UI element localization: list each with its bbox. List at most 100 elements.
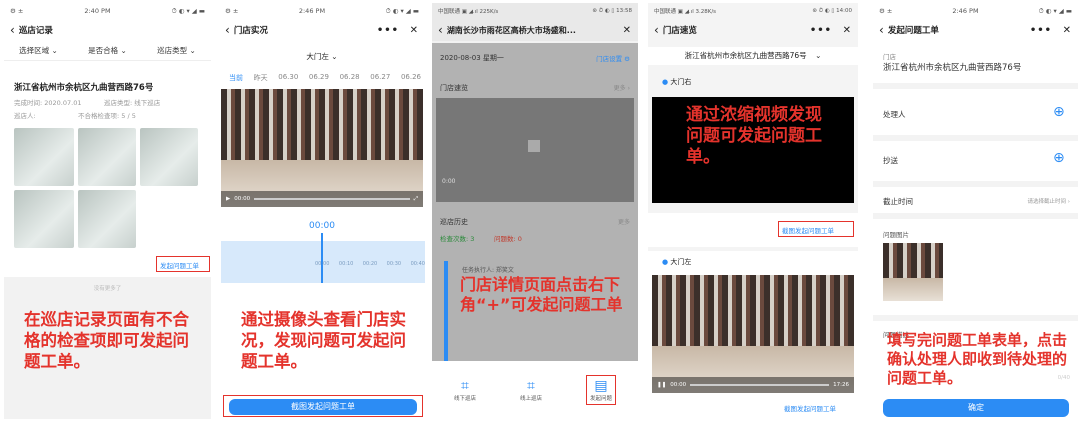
fullscreen-icon[interactable]: ⤢ bbox=[414, 196, 418, 203]
back-icon[interactable]: ‹ bbox=[438, 23, 443, 37]
filter-qualified[interactable]: 是否合格 ⌄ bbox=[88, 45, 127, 56]
back-icon[interactable]: ‹ bbox=[654, 23, 659, 37]
play-icon[interactable]: ▶ bbox=[226, 196, 230, 202]
divider bbox=[873, 315, 1078, 321]
close-icon[interactable]: ✕ bbox=[843, 25, 851, 36]
close-icon[interactable]: ✕ bbox=[623, 25, 631, 36]
current-date: 2020-08-03 星期一 bbox=[440, 54, 504, 62]
tab-current[interactable]: 当前 bbox=[229, 73, 243, 83]
chevron-right-icon: › bbox=[1067, 199, 1070, 205]
nav-bar: ‹ 巡店记录 bbox=[4, 19, 211, 41]
tab-offline-inspection[interactable]: ⌗ 线下巡店 bbox=[454, 378, 476, 402]
timeline-line bbox=[444, 261, 448, 361]
status-bar: ⚙ ± 2:46 PM ⏱ ◐ ▾ ◢ ▬ bbox=[873, 3, 1078, 19]
close-icon[interactable]: ✕ bbox=[410, 25, 418, 36]
task-executor: 任务执行人: 郑笑文 bbox=[462, 267, 514, 274]
video-preview[interactable]: 0:00 bbox=[436, 98, 634, 202]
field-label: 门店 bbox=[883, 53, 896, 61]
status-time: 2:46 PM bbox=[952, 7, 979, 15]
check-photo[interactable] bbox=[78, 128, 136, 186]
bottom-tab-bar: ⌗ 线下巡店 ⌗ 线上巡店 ▤ 发起问题 bbox=[432, 361, 638, 419]
tab-date[interactable]: 昨天 bbox=[254, 73, 268, 83]
tab-date[interactable]: 06.29 bbox=[309, 73, 329, 83]
nav-bar: ‹ 门店实况 ••• ✕ bbox=[219, 19, 425, 41]
progress-bar[interactable] bbox=[254, 198, 410, 200]
status-bar: 中国联通 ▣ ◢.ıl 225K/s ⊛ ⏱ ◐ ▯ 13:58 bbox=[432, 3, 638, 19]
more-icon[interactable]: ••• bbox=[1030, 25, 1052, 36]
camera-icon: ● bbox=[662, 78, 669, 86]
nav-bar: ‹ 湖南长沙市雨花区高桥大市场盛和... ✕ bbox=[432, 19, 638, 41]
page-title: 巡店记录 bbox=[18, 26, 53, 36]
document-icon: ▤ bbox=[594, 378, 608, 394]
deadline-picker[interactable]: 请选择截止时间 › bbox=[1028, 197, 1070, 205]
video-time: 00:00 bbox=[670, 382, 687, 388]
field-label: 抄送 bbox=[883, 156, 898, 165]
timeline-cursor[interactable] bbox=[321, 233, 323, 283]
confirm-button[interactable]: 确定 bbox=[883, 399, 1069, 417]
status-icons: ⏱ ◐ ▾ ◢ ▬ bbox=[1038, 6, 1072, 15]
camera-selector[interactable]: 大门左 ⌄ bbox=[219, 51, 425, 62]
pause-icon[interactable]: ❚❚ bbox=[657, 382, 666, 388]
date-tabs: 当前 昨天 06.30 06.29 06.28 06.27 06.26 bbox=[229, 73, 421, 83]
tab-date[interactable]: 06.28 bbox=[340, 73, 360, 83]
page-title: 湖南长沙市雨花区高桥大市场盛和... bbox=[446, 25, 576, 35]
back-icon[interactable]: ‹ bbox=[10, 23, 15, 37]
add-cc-icon[interactable]: ⊕ bbox=[1053, 150, 1065, 166]
status-icons: ⏱ ◐ ▾ ◢ ▬ bbox=[171, 6, 205, 15]
camera-label: ● 大门右 bbox=[662, 78, 692, 86]
status-left: ⚙ ± bbox=[10, 7, 24, 15]
divider bbox=[873, 213, 1078, 219]
screen-inspection-records: ⚙ ± 2:40 PM ⏱ ◐ ▾ ◢ ▬ ‹ 巡店记录 选择区域 ⌄ 是否合格… bbox=[4, 3, 211, 419]
unqualified-count: 不合格检查项: 5 / 5 bbox=[78, 112, 136, 120]
create-ticket-link[interactable]: 发起问题工单 bbox=[160, 260, 199, 270]
status-left: ⚙ ± bbox=[879, 7, 893, 15]
tab-create-issue[interactable]: ▤ 发起问题 bbox=[585, 375, 616, 405]
screenshot-ticket-link[interactable]: 截图发起问题工单 bbox=[782, 225, 834, 235]
more-link[interactable]: 更多 bbox=[618, 217, 630, 226]
complete-time: 完成时间: 2020.07.01 bbox=[14, 99, 82, 107]
issue-photo[interactable] bbox=[883, 243, 943, 301]
more-icon[interactable]: ••• bbox=[377, 25, 399, 36]
field-label: 截止时间 bbox=[883, 197, 913, 206]
scan-icon: ⌗ bbox=[461, 378, 469, 394]
tab-date[interactable]: 06.27 bbox=[370, 73, 390, 83]
status-time: 2:46 PM bbox=[298, 7, 326, 15]
video-player[interactable] bbox=[221, 89, 423, 207]
more-icon[interactable]: ••• bbox=[810, 25, 832, 36]
store-selector[interactable]: 浙江省杭州市余杭区九曲营西路76号 ⌄ bbox=[648, 47, 858, 65]
status-icons: ⊛ ⏱ ◐ ▯ 14:00 bbox=[812, 7, 852, 14]
status-bar: 中国联通 ▣ ◢.ıl 3.28K/s ⊛ ⏱ ◐ ▯ 14:00 bbox=[648, 3, 858, 19]
check-photo[interactable] bbox=[78, 190, 136, 248]
page-title: 门店实况 bbox=[233, 26, 268, 36]
add-handler-icon[interactable]: ⊕ bbox=[1053, 104, 1065, 120]
store-value: 浙江省杭州市余杭区九曲营西路76号 bbox=[883, 63, 1022, 73]
close-icon[interactable]: ✕ bbox=[1063, 25, 1071, 36]
check-photo[interactable] bbox=[140, 128, 198, 186]
store-settings-link[interactable]: 门店设置 ⚙ bbox=[596, 53, 630, 63]
tab-date[interactable]: 06.30 bbox=[278, 73, 298, 83]
tab-online-inspection[interactable]: ⌗ 线上巡店 bbox=[520, 378, 542, 402]
screenshot-ticket-button[interactable]: 截图发起问题工单 bbox=[229, 399, 417, 415]
camera-scan-icon: ⌗ bbox=[527, 378, 535, 394]
callout-text: 门店详情页面点击右下角“+”可发起问题工单 bbox=[460, 275, 623, 314]
timeline[interactable]: 00:00 00:10 00:20 00:30 00:40 bbox=[221, 233, 425, 283]
check-photo[interactable] bbox=[14, 190, 74, 248]
problem-count: 问题数: 0 bbox=[494, 235, 522, 243]
back-icon[interactable]: ‹ bbox=[879, 23, 884, 37]
check-photo[interactable] bbox=[14, 128, 74, 186]
back-icon[interactable]: ‹ bbox=[225, 23, 230, 37]
progress-bar[interactable] bbox=[690, 384, 830, 386]
filter-bar: 选择区域 ⌄ 是否合格 ⌄ 巡店类型 ⌄ bbox=[4, 41, 211, 61]
chevron-down-icon: ⌄ bbox=[815, 51, 822, 60]
filter-region[interactable]: 选择区域 ⌄ bbox=[19, 45, 58, 56]
filter-type[interactable]: 巡店类型 ⌄ bbox=[157, 45, 196, 56]
more-link[interactable]: 更多 › bbox=[614, 83, 630, 92]
video-player[interactable] bbox=[652, 275, 854, 393]
status-left: 中国联通 ▣ ◢.ıl 3.28K/s bbox=[654, 9, 717, 15]
tab-date[interactable]: 06.26 bbox=[401, 73, 421, 83]
chevron-down-icon: ⌄ bbox=[189, 46, 196, 55]
video-icon bbox=[528, 140, 540, 152]
page-title: 发起问题工单 bbox=[887, 26, 939, 36]
screenshot-ticket-link[interactable]: 截图发起问题工单 bbox=[784, 403, 836, 413]
status-icons: ⊛ ⏱ ◐ ▯ 13:58 bbox=[592, 7, 632, 14]
